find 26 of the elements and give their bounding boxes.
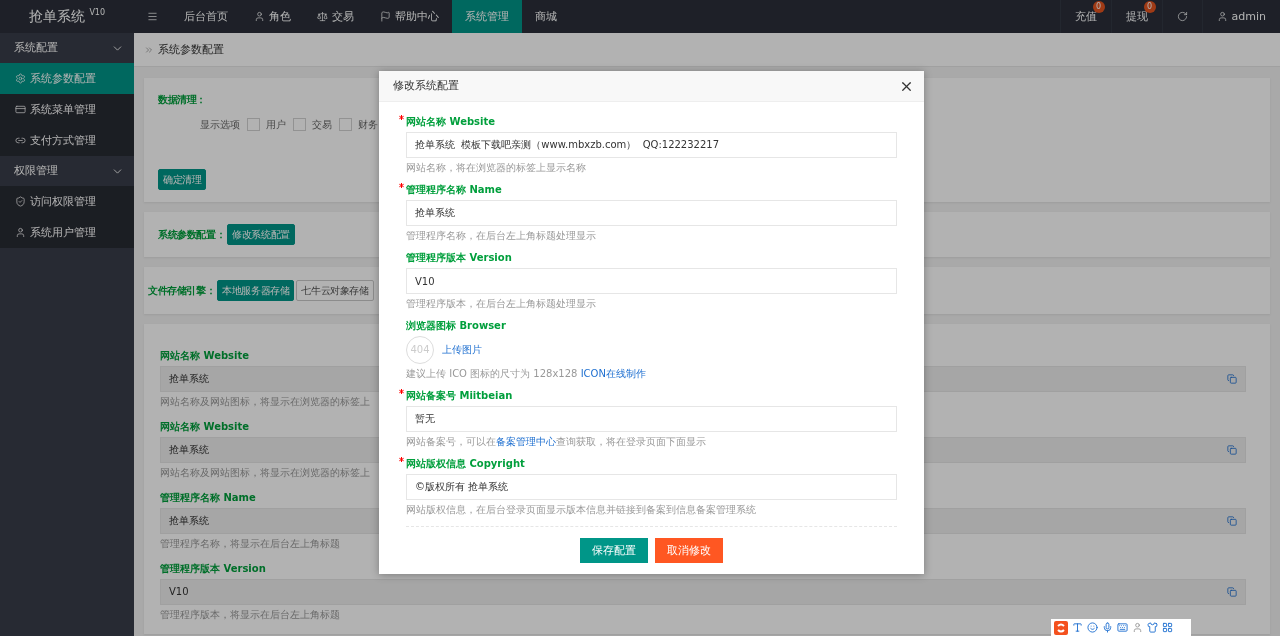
- field-label: 管理程序名称 Name: [160, 492, 256, 505]
- field-label: 管理程序版本 Version: [406, 252, 512, 264]
- field-label: 网站备案号 Miitbeian: [406, 390, 513, 402]
- section-title: 文件存储引擎：: [148, 284, 216, 297]
- field-label: 网站名称 Website: [160, 350, 250, 363]
- options-label: 显示选项: [200, 118, 240, 131]
- breadcrumb: 系统参数配置: [158, 42, 224, 57]
- help-text: 网站备案号，可以在备案管理中心查询获取，将在登录页面下面显示: [406, 436, 706, 448]
- field-label: 网站名称 Website: [160, 421, 250, 434]
- help-text: 网站名称，将在浏览器的标签上显示名称: [406, 162, 586, 174]
- help-text: 管理程序名称，在后台左上角标题处理显示: [406, 230, 596, 242]
- checkbox-label: 财务: [358, 118, 378, 131]
- checkbox-label: 用户: [266, 118, 286, 131]
- help-text: 网站版权信息，在后台登录页面显示版本信息并链接到备案到信息备案管理系统: [406, 504, 756, 516]
- field-label: 管理程序名称 Name: [406, 184, 502, 196]
- help-text: 建议上传 ICO 图标的尺寸为 128x128 ICON在线制作: [406, 368, 646, 380]
- dialog-title: 修改系统配置: [393, 79, 459, 93]
- section-title: 系统参数配置：: [158, 228, 226, 241]
- app-logo: 抢单系统 $^{V10}$: [27, 7, 107, 27]
- help-text: 管理程序版本，在后台左上角标题处理显示: [406, 298, 596, 310]
- checkbox-label: 交易: [312, 118, 332, 131]
- field-label: 管理程序版本 Version: [160, 563, 266, 576]
- section-title: 数据清理：: [158, 94, 206, 105]
- field-label: 网站版权信息 Copyright: [406, 458, 525, 470]
- field-label: 浏览器图标 Browser: [406, 320, 506, 332]
- field-label: 网站名称 Website: [406, 116, 496, 128]
